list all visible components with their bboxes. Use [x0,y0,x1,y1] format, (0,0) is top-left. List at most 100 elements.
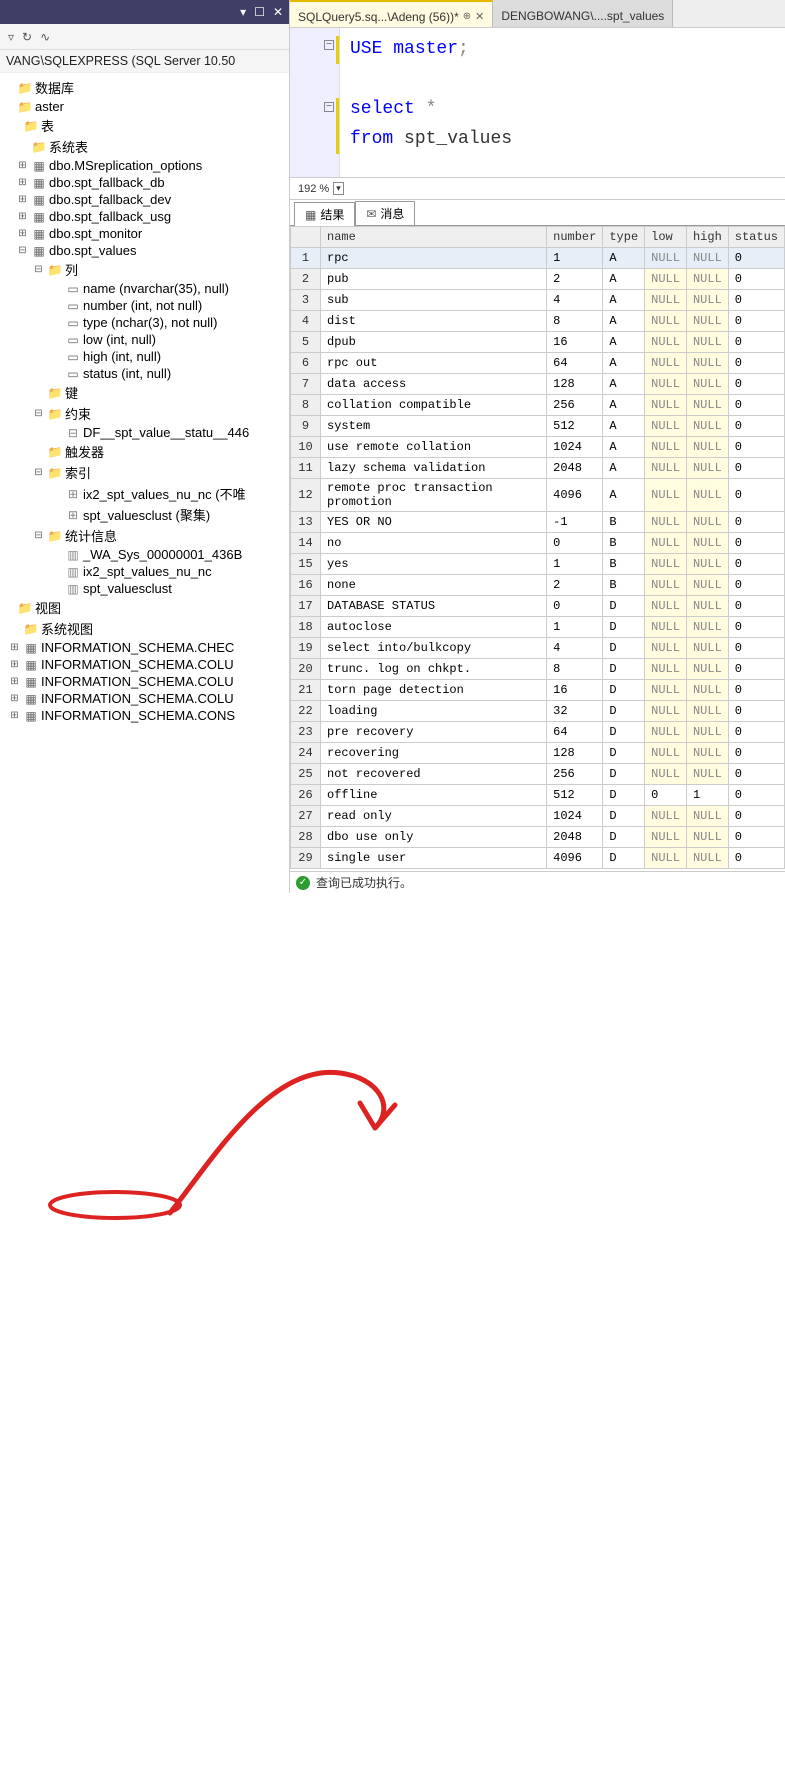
tab-results[interactable]: ▦结果 [294,202,355,226]
cell-low[interactable]: NULL [645,479,687,512]
row-number[interactable]: 14 [291,533,321,554]
cell-high[interactable]: NULL [686,596,728,617]
expander-icon[interactable]: ⊞ [8,642,21,653]
cell-type[interactable]: B [603,575,645,596]
table-row[interactable]: 14no0BNULLNULL0 [291,533,785,554]
cell-high[interactable]: NULL [686,311,728,332]
cell-low[interactable]: NULL [645,827,687,848]
fold-icon[interactable]: − [324,102,334,112]
node-tables[interactable]: 📁表 [2,116,287,135]
cell-low[interactable]: NULL [645,512,687,533]
dropdown-icon[interactable]: ▾ [240,5,246,19]
cell-type[interactable]: D [603,764,645,785]
cell-type[interactable]: D [603,701,645,722]
cell-low[interactable]: NULL [645,596,687,617]
row-number[interactable]: 17 [291,596,321,617]
column-item[interactable]: ▭type (nchar(3), not null) [2,315,287,330]
node-master[interactable]: 📁aster [2,99,287,114]
row-number[interactable]: 29 [291,848,321,869]
cell-name[interactable]: pre recovery [321,722,547,743]
activity-icon[interactable]: ∿ [40,30,50,44]
node-databases[interactable]: 📁数据库 [2,78,287,97]
expander-icon[interactable]: ⊞ [8,659,21,670]
cell-status[interactable]: 0 [728,701,784,722]
cell-name[interactable]: dpub [321,332,547,353]
table-row[interactable]: 20trunc. log on chkpt.8DNULLNULL0 [291,659,785,680]
filter-icon[interactable]: ▿ [8,30,14,44]
code-area[interactable]: USE master; select * from spt_values [340,28,522,177]
row-number[interactable]: 26 [291,785,321,806]
cell-status[interactable]: 0 [728,764,784,785]
cell-name[interactable]: autoclose [321,617,547,638]
cell-number[interactable]: 32 [547,701,603,722]
cell-number[interactable]: 8 [547,311,603,332]
table-row[interactable]: 23pre recovery64DNULLNULL0 [291,722,785,743]
cell-name[interactable]: DATABASE STATUS [321,596,547,617]
cell-number[interactable]: 512 [547,416,603,437]
view-item[interactable]: ⊞▦INFORMATION_SCHEMA.COLU [2,674,287,689]
cell-status[interactable]: 0 [728,512,784,533]
row-number[interactable]: 24 [291,743,321,764]
table-row[interactable]: 13YES OR NO-1BNULLNULL0 [291,512,785,533]
cell-status[interactable]: 0 [728,437,784,458]
cell-number[interactable]: 4 [547,290,603,311]
cell-name[interactable]: read only [321,806,547,827]
cell-high[interactable]: NULL [686,701,728,722]
cell-low[interactable]: NULL [645,353,687,374]
table-item[interactable]: ⊞▦dbo.spt_fallback_db [2,175,287,190]
index-item[interactable]: ⊞spt_valuesclust (聚集) [2,505,287,524]
cell-high[interactable]: NULL [686,806,728,827]
cell-number[interactable]: 1 [547,248,603,269]
cell-number[interactable]: 2 [547,575,603,596]
cell-status[interactable]: 0 [728,785,784,806]
cell-number[interactable]: 2048 [547,458,603,479]
table-row[interactable]: 22loading32DNULLNULL0 [291,701,785,722]
cell-status[interactable]: 0 [728,311,784,332]
cell-status[interactable]: 0 [728,554,784,575]
row-number[interactable]: 23 [291,722,321,743]
cell-number[interactable]: 4 [547,638,603,659]
cell-low[interactable]: NULL [645,374,687,395]
cell-name[interactable]: loading [321,701,547,722]
row-number[interactable]: 20 [291,659,321,680]
table-item[interactable]: ⊞▦dbo.spt_fallback_dev [2,192,287,207]
cell-status[interactable]: 0 [728,353,784,374]
cell-status[interactable]: 0 [728,743,784,764]
results-grid[interactable]: namenumbertypelowhighstatus 1rpc1ANULLNU… [290,226,785,869]
cell-number[interactable]: 64 [547,722,603,743]
cell-high[interactable]: NULL [686,764,728,785]
row-number[interactable]: 10 [291,437,321,458]
server-name[interactable]: VANG\SQLEXPRESS (SQL Server 10.50 [0,50,289,73]
cell-name[interactable]: dbo use only [321,827,547,848]
cell-name[interactable]: lazy schema validation [321,458,547,479]
table-row[interactable]: 26offline512D010 [291,785,785,806]
cell-type[interactable]: D [603,785,645,806]
cell-type[interactable]: D [603,722,645,743]
cell-name[interactable]: dist [321,311,547,332]
cell-type[interactable]: A [603,374,645,395]
cell-number[interactable]: 512 [547,785,603,806]
cell-low[interactable]: NULL [645,659,687,680]
cell-low[interactable]: NULL [645,395,687,416]
expander-icon[interactable]: ⊞ [16,194,29,205]
cell-name[interactable]: recovering [321,743,547,764]
cell-high[interactable]: NULL [686,353,728,374]
column-item[interactable]: ▭status (int, null) [2,366,287,381]
cell-status[interactable]: 0 [728,722,784,743]
cell-high[interactable]: NULL [686,332,728,353]
expander-icon[interactable]: ⊟ [32,264,45,275]
cell-low[interactable]: NULL [645,554,687,575]
cell-low[interactable]: NULL [645,416,687,437]
cell-name[interactable]: sub [321,290,547,311]
table-row[interactable]: 25not recovered256DNULLNULL0 [291,764,785,785]
cell-number[interactable]: 1024 [547,806,603,827]
row-number[interactable]: 28 [291,827,321,848]
expander-icon[interactable]: ⊟ [32,467,45,478]
cell-status[interactable]: 0 [728,680,784,701]
cell-number[interactable]: 16 [547,680,603,701]
cell-status[interactable]: 0 [728,848,784,869]
cell-low[interactable]: NULL [645,533,687,554]
cell-number[interactable]: 0 [547,596,603,617]
cell-number[interactable]: 0 [547,533,603,554]
cell-low[interactable]: NULL [645,617,687,638]
